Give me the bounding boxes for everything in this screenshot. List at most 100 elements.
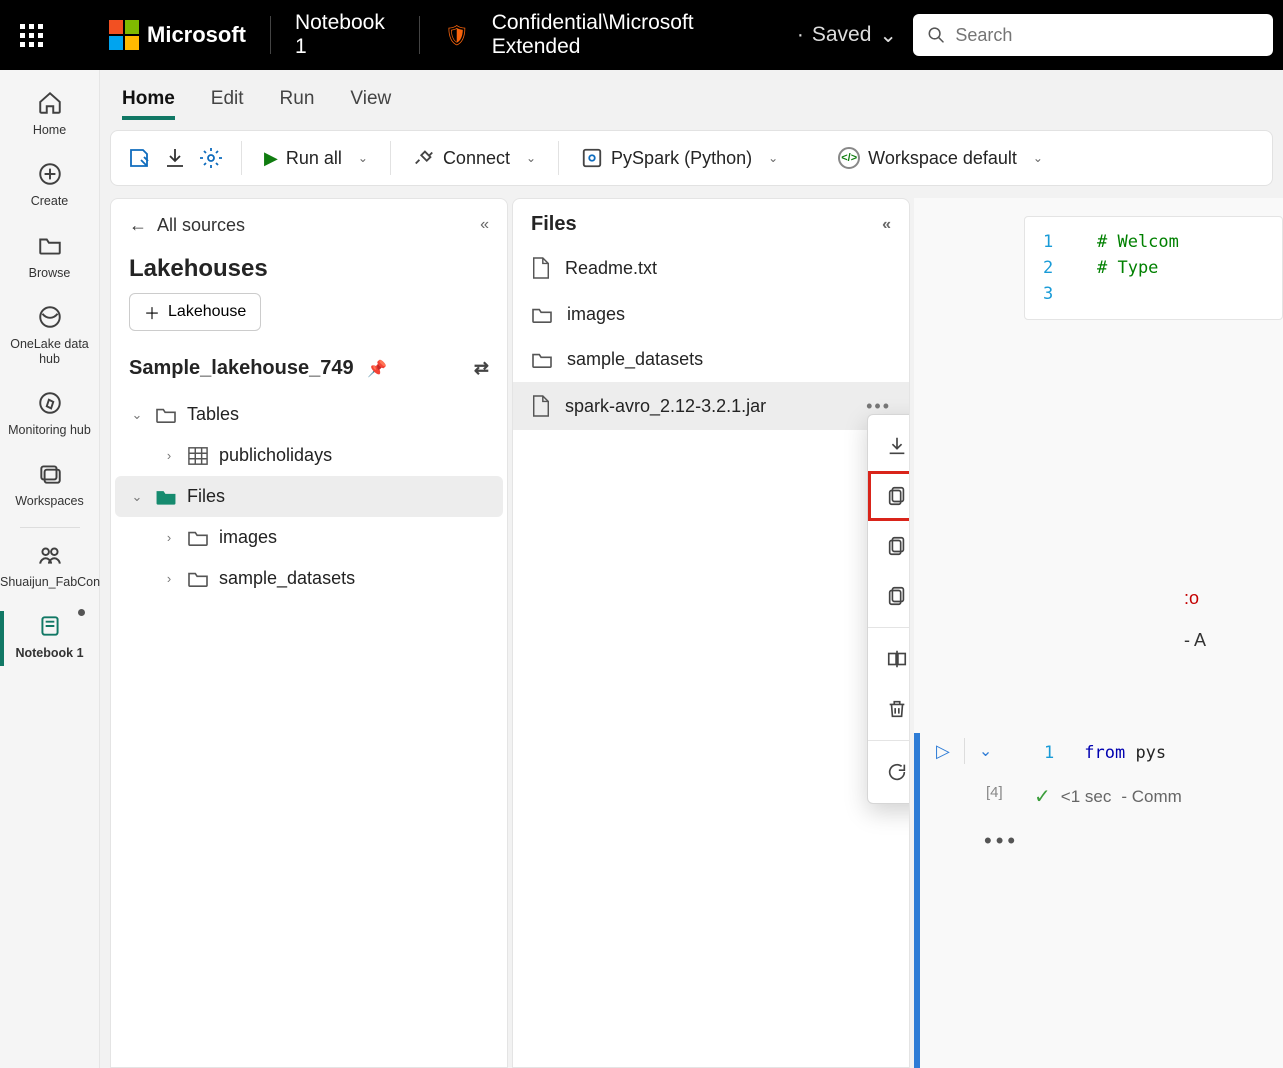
main-area: Home Edit Run View ▶ Run all ⌄ Connect ⌄ [100,70,1283,1068]
files-panel: Files « Readme.txt images sample_dataset… [512,198,910,1068]
code-cell-1[interactable]: 1 2 3 # Welcom # Type [1024,216,1283,320]
search-icon [927,25,945,45]
language-selector[interactable]: PySpark (Python) ⌄ [577,147,782,169]
arrow-left-icon: ← [129,215,147,236]
editor-annotation: :o - A [1184,588,1206,651]
copy-icon [886,585,908,607]
chevron-down-icon: ⌄ [129,407,145,423]
lakehouse-tree: ⌄ Tables › publicholidays ⌄ Files [111,386,507,599]
swap-icon[interactable]: ⇄ [474,358,489,379]
rail-home[interactable]: Home [0,80,99,151]
ctx-copy-relative-spark[interactable]: Copy relative path for Spark [868,521,910,571]
sources-panel: ← All sources « Lakehouses ＋ Lakehouse S… [110,198,508,1068]
lakehouses-title: Lakehouses [111,251,507,293]
ctx-load-data[interactable]: Load data › [868,421,910,471]
rail-workspace-shuaijun[interactable]: Shuaijun_FabCon [0,532,99,603]
ctx-refresh[interactable]: Refresh [868,747,910,797]
files-panel-title: Files [531,213,577,236]
back-all-sources[interactable]: ← All sources [129,215,245,236]
folder-icon [531,351,553,369]
tab-edit[interactable]: Edit [211,88,244,120]
code-lines: # Welcom # Type [1097,229,1282,307]
tree-node-files[interactable]: ⌄ Files [115,476,503,517]
people-icon [37,542,63,568]
toolbar: ▶ Run all ⌄ Connect ⌄ PySpark (Python) ⌄… [110,130,1273,186]
save-edit-icon[interactable] [127,146,151,170]
file-context-menu: Load data › Copy ABFS path Copy relative… [867,414,910,804]
chevron-down-icon: ⌄ [129,489,145,505]
settings-icon[interactable] [199,146,223,170]
search-input[interactable] [955,25,1259,46]
code-cell-2[interactable]: 1from pys [1044,743,1166,763]
chevron-down-icon: ⌄ [1033,151,1043,165]
rail-workspaces[interactable]: Workspaces [0,451,99,522]
rail-notebook1[interactable]: Notebook 1 [0,603,99,674]
language-icon [581,147,603,169]
file-row-sample-datasets[interactable]: sample_datasets [513,337,909,382]
folder-open-icon [155,488,177,506]
editor-panel: 1 2 3 # Welcom # Type :o - A ▷ [914,198,1283,1068]
plus-icon: ＋ [144,300,160,324]
add-lakehouse-button[interactable]: ＋ Lakehouse [129,293,261,331]
collapse-panel-icon[interactable]: « [480,216,489,234]
trash-icon [886,698,908,720]
collapse-panel-icon[interactable]: « [882,216,891,234]
folder-icon [155,406,177,424]
copy-icon [886,485,908,507]
notebook-icon [37,613,63,639]
microsoft-logo: Microsoft [109,20,246,50]
run-all-button[interactable]: ▶ Run all ⌄ [260,148,372,169]
tree-node-images[interactable]: › images [115,517,503,558]
run-menu-icon[interactable]: ⌄ [979,741,992,761]
global-search[interactable] [913,14,1273,56]
tree-node-sample-datasets[interactable]: › sample_datasets [115,558,503,599]
folder-icon [187,570,209,588]
chevron-right-icon: › [161,530,177,545]
ctx-rename[interactable]: Rename [868,634,910,684]
cell-more-icon[interactable]: ••• [984,828,1019,854]
file-row-images[interactable]: images [513,292,909,337]
ctx-copy-abfs-path[interactable]: Copy ABFS path [868,471,910,521]
rail-monitoring[interactable]: Monitoring hub [0,380,99,451]
tab-view[interactable]: View [350,88,391,120]
download-icon[interactable] [163,146,187,170]
environment-selector[interactable]: </> Workspace default ⌄ [834,147,1047,169]
app-launcher-icon[interactable] [20,24,43,47]
compass-icon [37,390,63,416]
ctx-copy-file-api[interactable]: Copy File API path [868,571,910,621]
tree-node-publicholidays[interactable]: › publicholidays [115,435,503,476]
file-row-spark-avro-jar[interactable]: spark-avro_2.12-3.2.1.jar ••• [513,382,909,430]
chevron-down-icon: ⌄ [526,151,536,165]
lakehouse-name[interactable]: Sample_lakehouse_749 [129,357,354,379]
cell-status: ✓ <1 sec - Comm [1034,784,1182,809]
run-cell-icon[interactable]: ▷ [936,741,950,762]
tab-home[interactable]: Home [122,88,175,120]
rail-create[interactable]: Create [0,151,99,222]
chevron-right-icon: › [161,448,177,463]
sensitivity-label[interactable]: Confidential\Microsoft Extended [492,11,769,59]
topbar: Microsoft Notebook 1 🛡 Confidential\Micr… [0,0,1283,70]
separator [419,16,420,54]
tab-run[interactable]: Run [280,88,315,120]
onelake-icon [37,304,63,330]
home-icon [37,90,63,116]
refresh-icon [886,761,908,783]
rename-icon [886,648,908,670]
line-gutter: 1 2 3 [1043,229,1053,307]
notebook-name[interactable]: Notebook 1 [295,11,395,59]
pin-icon[interactable]: 📌 [367,361,387,378]
rail-onelake[interactable]: OneLake data hub [0,294,99,380]
chevron-down-icon: ⌄ [768,151,778,165]
folder-icon [37,233,63,259]
file-icon [531,394,551,418]
file-row-readme[interactable]: Readme.txt [513,244,909,292]
ctx-delete[interactable]: Delete [868,684,910,734]
download-icon [886,435,908,457]
plug-icon [413,147,435,169]
save-status[interactable]: · Saved ⌄ [797,23,897,48]
rail-browse[interactable]: Browse [0,223,99,294]
unsaved-dot-icon [78,609,85,616]
connect-button[interactable]: Connect ⌄ [409,147,540,169]
tree-node-tables[interactable]: ⌄ Tables [115,394,503,435]
shield-icon: 🛡 [444,23,469,48]
